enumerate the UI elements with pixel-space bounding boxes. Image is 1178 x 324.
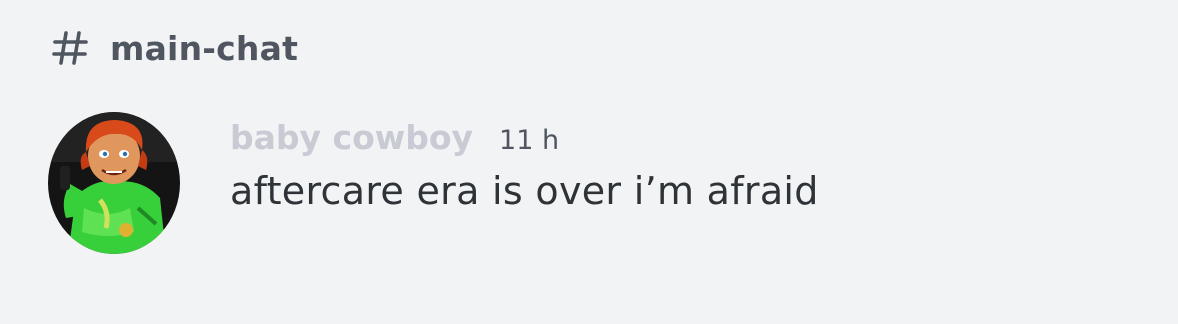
message-body: baby cowboy 11 h aftercare era is over i… [230,118,819,213]
author-name[interactable]: baby cowboy [230,118,473,157]
user-avatar[interactable] [48,112,180,254]
message-meta: baby cowboy 11 h [230,118,819,157]
timestamp: 11 h [499,125,560,156]
channel-header[interactable]: main-chat [50,26,298,70]
message-item: baby cowboy 11 h aftercare era is over i… [48,112,819,254]
message-content: aftercare era is over i’m afraid [230,169,819,213]
chat-screen: main-chat baby cowboy 11 h aftercare era… [0,0,1178,324]
hash-icon [52,31,88,65]
channel-name: main-chat [110,28,299,68]
